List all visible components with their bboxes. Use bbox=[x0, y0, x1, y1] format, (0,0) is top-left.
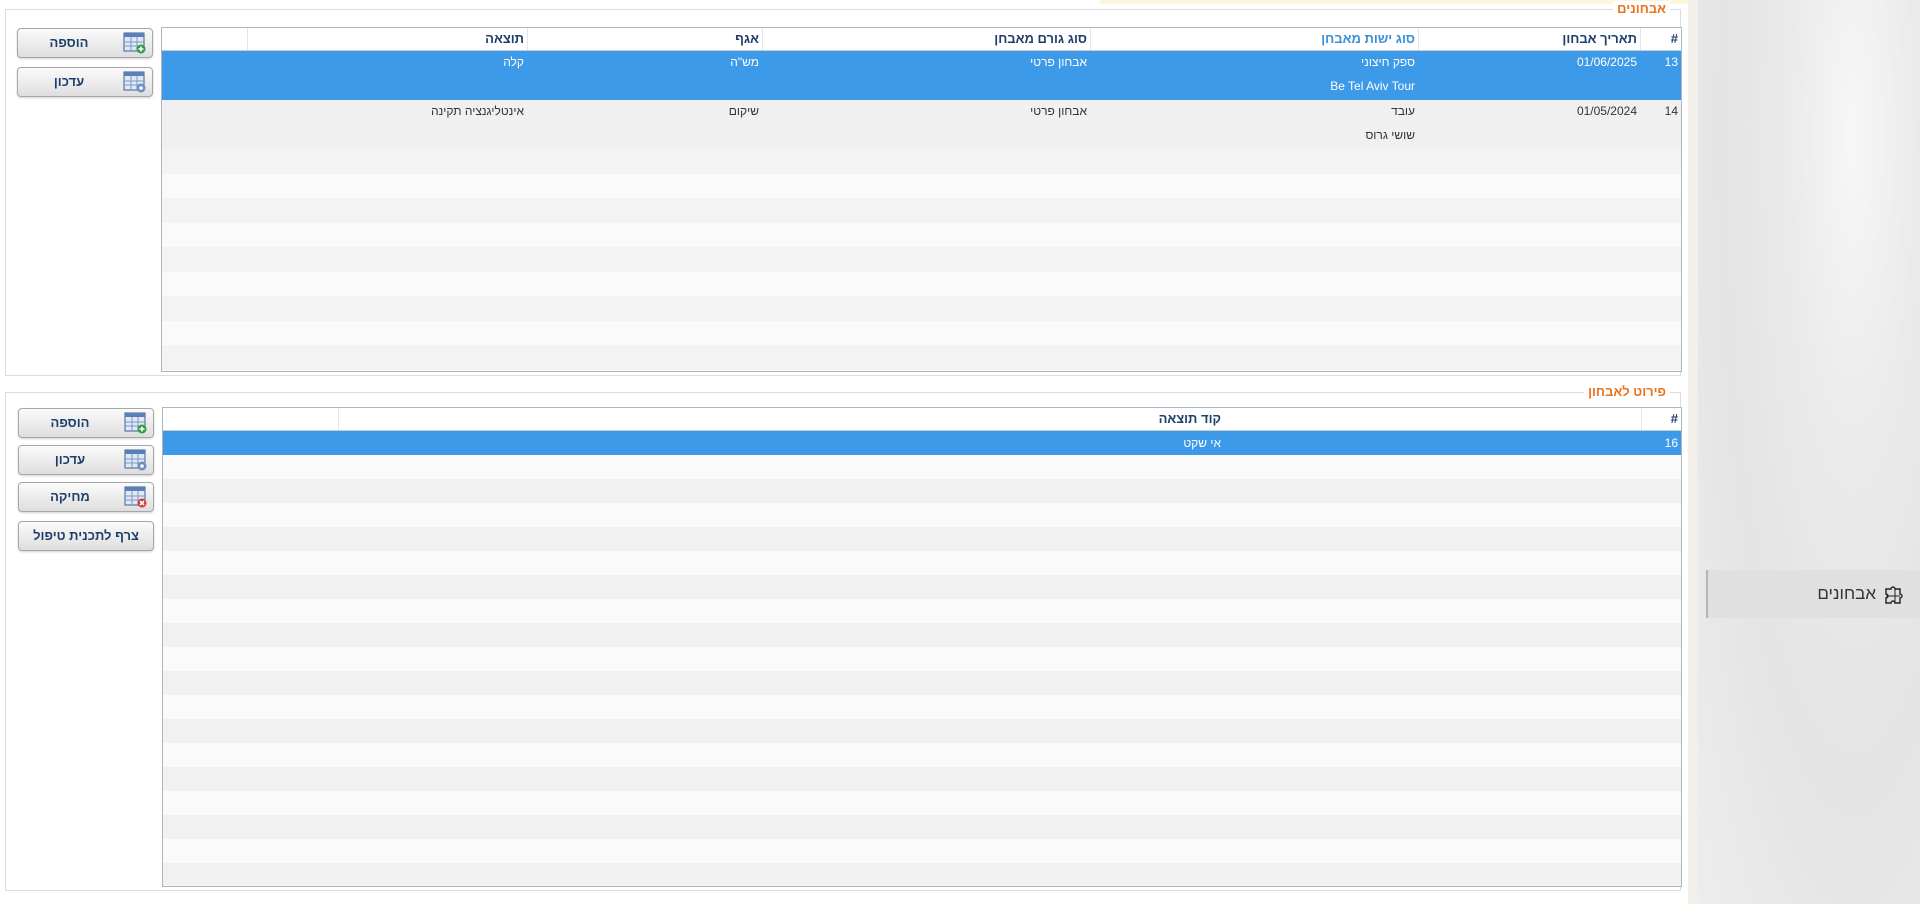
details-delete-button-label: מחיקה bbox=[50, 489, 90, 504]
details-delete-button[interactable]: מחיקה bbox=[18, 482, 154, 512]
cell-date: 01/05/2024 bbox=[1576, 104, 1637, 118]
cell-num: 13 bbox=[1664, 55, 1678, 69]
diagnoses-add-button[interactable]: הוספה bbox=[17, 28, 153, 58]
details-add-button[interactable]: הוספה bbox=[18, 408, 154, 438]
attach-to-treatment-plan-button[interactable]: צרף לתכנית טיפול bbox=[18, 521, 154, 551]
col-header-spacer bbox=[163, 408, 338, 430]
details-update-button[interactable]: עדכון bbox=[18, 445, 154, 475]
empty-table-rows bbox=[163, 455, 1681, 885]
side-navigation: אבחונים bbox=[1698, 0, 1920, 904]
main-content: אבחונים הוספה עדכון # תאריך אבחון סוג יש… bbox=[0, 0, 1698, 904]
cell-diagnoser-type: אבחון פרטי bbox=[1030, 55, 1087, 69]
col-header-spacer bbox=[162, 28, 247, 50]
diagnoses-table-header: # תאריך אבחון סוג ישות מאבחן סוג גורם מא… bbox=[162, 28, 1681, 51]
details-update-button-label: עדכון bbox=[54, 452, 86, 467]
cell-diagnoser-type: אבחון פרטי bbox=[1030, 104, 1087, 118]
col-header-date[interactable]: תאריך אבחון bbox=[1418, 28, 1640, 50]
col-header-result[interactable]: תוצאה bbox=[247, 28, 527, 50]
top-accent-bar bbox=[1100, 0, 1690, 4]
empty-table-rows bbox=[162, 149, 1681, 371]
cell-num: 16 bbox=[1664, 436, 1678, 450]
col-header-num[interactable]: # bbox=[1640, 28, 1681, 50]
diagnoses-table: # תאריך אבחון סוג ישות מאבחן סוג גורם מא… bbox=[161, 27, 1682, 372]
table-edit-icon bbox=[124, 449, 148, 471]
col-header-result-code[interactable]: קוד תוצאה bbox=[338, 408, 1641, 430]
table-edit-icon bbox=[123, 71, 147, 93]
cell-entity: ספק חיצוני Be Tel Aviv Tour bbox=[1090, 51, 1418, 100]
diagnoses-update-button[interactable]: עדכון bbox=[17, 67, 153, 97]
cell-entity-type: ספק חיצוני bbox=[1361, 55, 1415, 69]
cell-entity-type: עובד bbox=[1391, 104, 1415, 118]
attach-to-treatment-plan-label: צרף לתכנית טיפול bbox=[33, 528, 139, 543]
cell-entity: עובד שושי גרוס bbox=[1090, 100, 1418, 149]
cell-department: שיקום bbox=[728, 104, 759, 118]
details-table-header: # קוד תוצאה bbox=[163, 408, 1681, 431]
table-row[interactable]: 14 01/05/2024 עובד שושי גרוס אבחון פרטי … bbox=[162, 100, 1681, 149]
details-add-button-label: הוספה bbox=[50, 415, 90, 430]
puzzle-icon bbox=[1884, 583, 1906, 605]
cell-result: אינטליגנציה תקינה bbox=[430, 104, 524, 118]
cell-entity-name: שושי גרוס bbox=[1365, 128, 1415, 142]
table-delete-icon bbox=[124, 486, 148, 508]
diagnoses-section-title: אבחונים bbox=[1613, 1, 1670, 17]
panel-divider bbox=[1688, 0, 1698, 904]
table-row[interactable]: 13 01/06/2025 ספק חיצוני Be Tel Aviv Tou… bbox=[162, 51, 1681, 100]
diagnoses-update-button-label: עדכון bbox=[53, 74, 85, 89]
details-table: # קוד תוצאה 16 אי שקט bbox=[162, 407, 1682, 887]
col-header-entity-type[interactable]: סוג ישות מאבחן bbox=[1090, 28, 1418, 50]
cell-date: 01/06/2025 bbox=[1576, 55, 1637, 69]
nav-item-diagnoses-label: אבחונים bbox=[1817, 584, 1876, 603]
col-header-diagnoser-type[interactable]: סוג גורם מאבחן bbox=[762, 28, 1090, 50]
cell-result: קלה bbox=[503, 55, 524, 69]
table-row[interactable]: 16 אי שקט bbox=[163, 431, 1681, 455]
col-header-num[interactable]: # bbox=[1641, 408, 1681, 430]
nav-item-diagnoses[interactable]: אבחונים bbox=[1706, 570, 1920, 618]
cell-entity-name: Be Tel Aviv Tour bbox=[1330, 79, 1415, 93]
col-header-department[interactable]: אגף bbox=[527, 28, 762, 50]
cell-result-code: אי שקט bbox=[1183, 436, 1221, 450]
diagnoses-add-button-label: הוספה bbox=[49, 35, 89, 50]
details-section-title: פירוט לאבחון bbox=[1584, 384, 1670, 400]
cell-department: מש"ה bbox=[730, 55, 759, 69]
cell-num: 14 bbox=[1664, 104, 1678, 118]
table-add-icon bbox=[124, 412, 148, 434]
table-add-icon bbox=[123, 32, 147, 54]
